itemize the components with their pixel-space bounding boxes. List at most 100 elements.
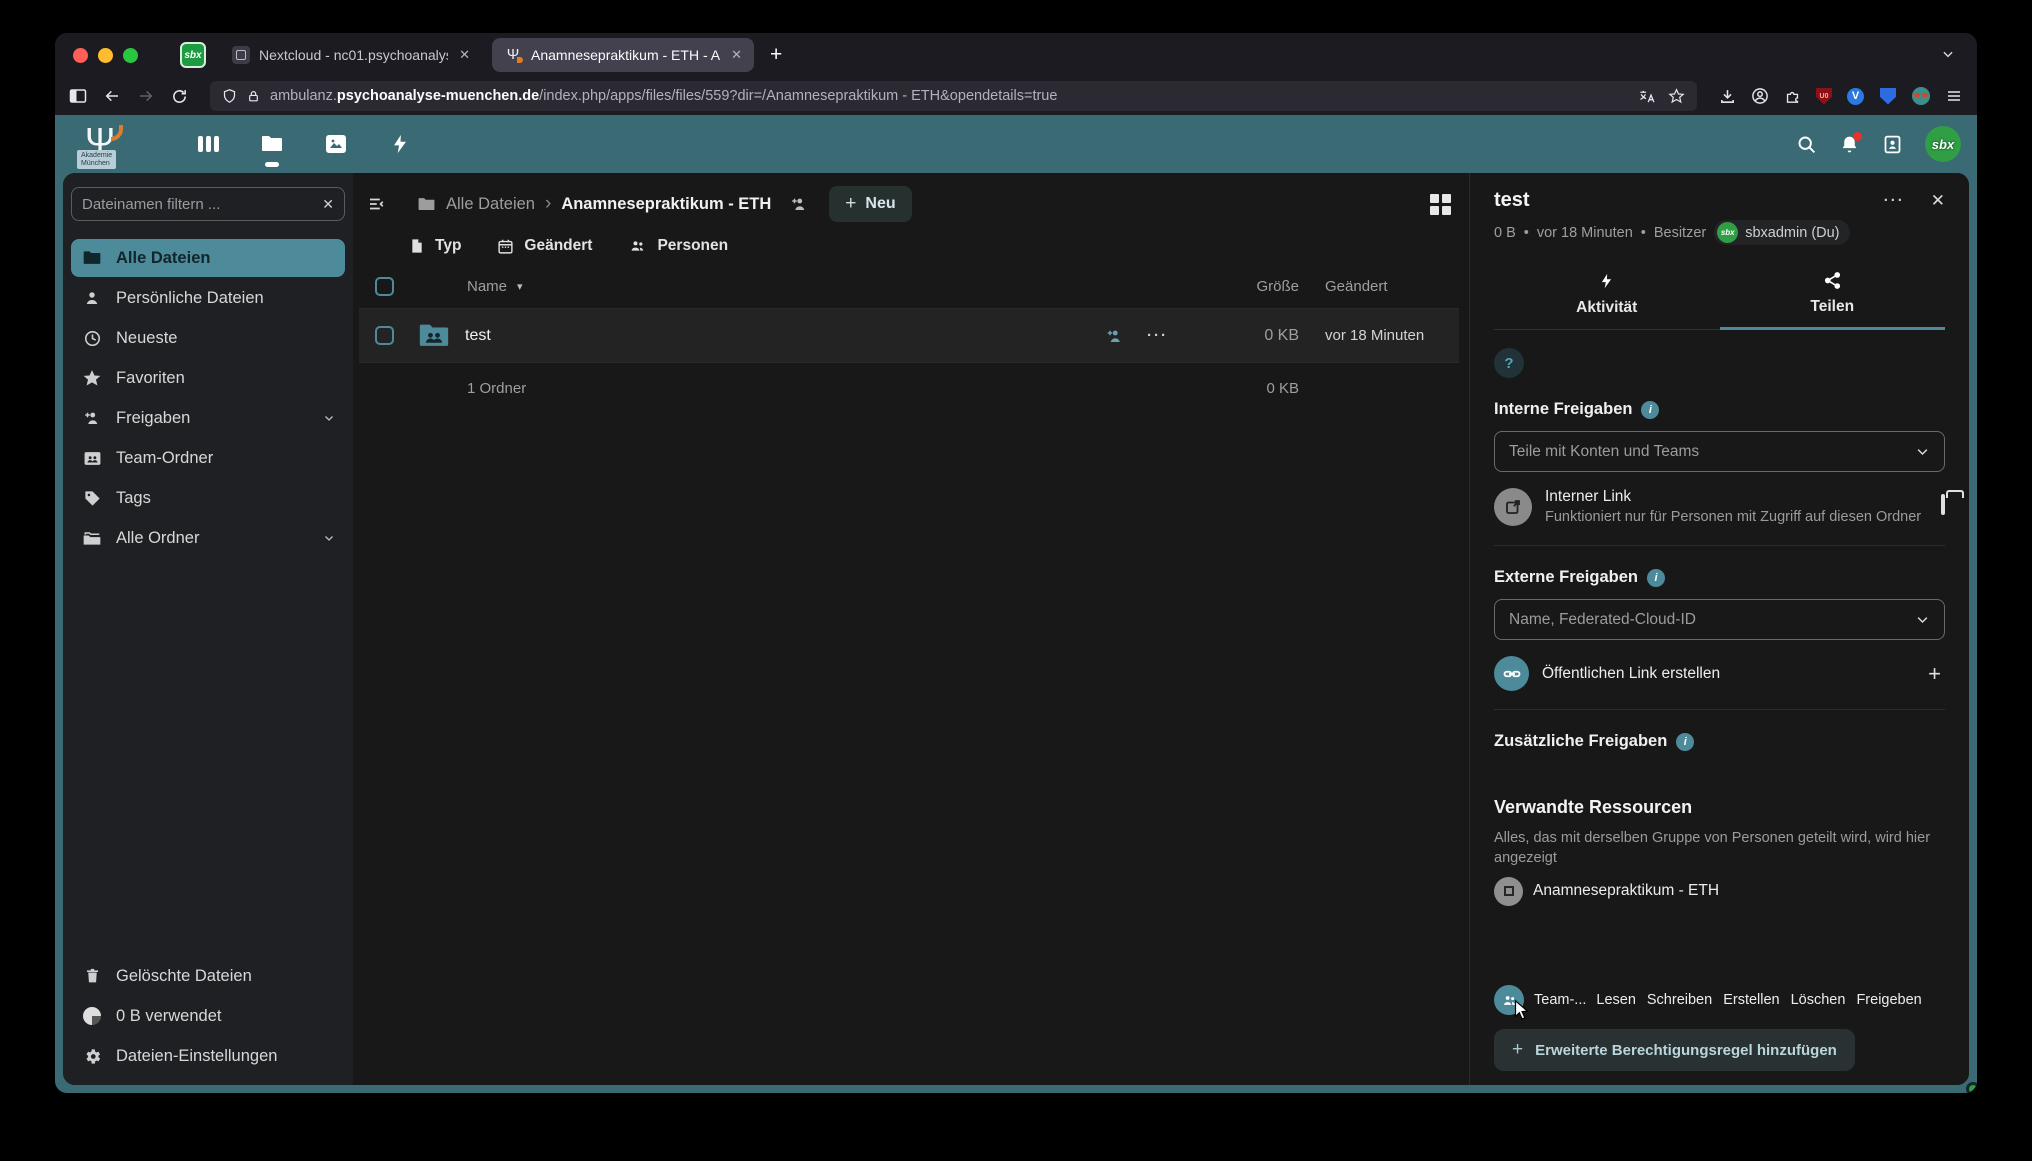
bookmark-star-icon[interactable] — [1668, 88, 1685, 104]
app-files[interactable] — [247, 119, 297, 169]
tracking-protection-shield-icon[interactable] — [222, 88, 237, 104]
active-app-indicator — [265, 162, 279, 167]
column-size[interactable]: Größe — [1194, 278, 1299, 295]
column-name[interactable]: Name — [467, 278, 507, 295]
external-share-select[interactable] — [1494, 599, 1945, 640]
chevron-down-icon[interactable] — [323, 532, 335, 544]
file-row-test[interactable]: test ··· 0 KB vor 18 Minuten — [359, 309, 1459, 363]
folder-icon — [81, 248, 103, 268]
app-photos[interactable] — [311, 119, 361, 169]
filter-chip-typ[interactable]: Typ — [409, 237, 461, 255]
star-icon — [81, 368, 103, 388]
internal-link-row[interactable]: Interner Link Funktioniert nur für Perso… — [1494, 488, 1945, 527]
file-name[interactable]: test — [465, 327, 491, 345]
team-permission-row[interactable]: Team-... Lesen Schreiben Erstellen Lösch… — [1494, 985, 1945, 1015]
copy-link-icon[interactable] — [1941, 496, 1945, 514]
sidebar-item-persoenliche-dateien[interactable]: Persönliche Dateien — [71, 279, 345, 317]
sidebar-item-alle-ordner[interactable]: Alle Ordner — [71, 519, 345, 557]
sidebar-item-alle-dateien[interactable]: Alle Dateien — [71, 239, 345, 277]
ublock-origin-icon[interactable]: U0 — [1816, 88, 1832, 105]
row-checkbox[interactable] — [375, 326, 394, 345]
owner-chip[interactable]: sbx sbxadmin (Du) — [1714, 220, 1849, 245]
extensions-puzzle-icon[interactable] — [1784, 88, 1801, 105]
filename-filter[interactable]: ✕ — [71, 187, 345, 221]
pinned-tab-sbx[interactable]: sbx — [176, 38, 210, 72]
maximize-window-button[interactable] — [123, 48, 138, 63]
chevron-down-icon[interactable] — [323, 412, 335, 424]
sharing-help-button[interactable]: ? — [1494, 348, 1524, 378]
url-bar[interactable]: ambulanz.psychoanalyse-muenchen.de/index… — [210, 81, 1697, 111]
info-icon[interactable]: i — [1676, 733, 1694, 751]
chevron-down-icon[interactable] — [1915, 444, 1930, 459]
bitwarden-icon[interactable] — [1879, 87, 1897, 105]
shared-indicator-icon[interactable] — [789, 195, 809, 213]
info-icon[interactable]: i — [1641, 401, 1659, 419]
contacts-icon[interactable] — [1882, 134, 1903, 155]
new-tab-button[interactable]: + — [770, 43, 782, 67]
related-resource-item[interactable]: Anamnesepraktikum - ETH — [1494, 877, 1945, 906]
sidebar-item-team-ordner[interactable]: Team-Ordner — [71, 439, 345, 477]
sidebar-item-quota[interactable]: 0 B verwendet — [71, 997, 345, 1035]
grid-view-toggle-icon[interactable] — [1430, 194, 1451, 215]
translate-icon[interactable] — [1639, 89, 1656, 104]
row-share-icon[interactable] — [1104, 327, 1125, 345]
create-public-link-row[interactable]: Öffentlichen Link erstellen + — [1494, 656, 1945, 691]
sidebar-nav: Alle Dateien Persönliche Dateien Neueste… — [71, 239, 345, 557]
filter-chip-personen[interactable]: Personen — [628, 237, 728, 255]
tab-nextcloud[interactable]: Nextcloud - nc01.psychoanalyse ✕ — [220, 38, 482, 72]
app-dashboard[interactable] — [183, 119, 233, 169]
tab-aktivitaet[interactable]: Aktivität — [1494, 261, 1720, 329]
filter-chip-geaendert[interactable]: Geändert — [497, 237, 592, 255]
internal-share-select[interactable] — [1494, 431, 1945, 472]
external-share-input[interactable] — [1509, 611, 1907, 629]
internal-link-title: Interner Link — [1545, 488, 1922, 506]
filename-filter-input[interactable] — [82, 196, 314, 213]
tab-close-icon[interactable]: ✕ — [459, 47, 470, 63]
chevron-down-icon[interactable] — [1915, 612, 1930, 627]
search-icon[interactable] — [1796, 134, 1817, 155]
internal-share-input[interactable] — [1509, 443, 1907, 461]
back-button[interactable] — [103, 88, 121, 104]
row-actions-menu-icon[interactable]: ··· — [1147, 327, 1168, 344]
vimium-icon[interactable]: V — [1847, 88, 1864, 105]
sidebar-toggle-icon[interactable] — [69, 88, 87, 104]
sidebar-item-dateien-einstellungen[interactable]: Dateien-Einstellungen — [71, 1037, 345, 1075]
list-tabs-chevron-icon[interactable] — [1941, 47, 1955, 61]
lock-icon[interactable] — [247, 89, 260, 104]
sidebar-item-tags[interactable]: Tags — [71, 479, 345, 517]
close-details-icon[interactable]: ✕ — [1931, 191, 1945, 211]
details-more-icon[interactable]: ··· — [1884, 192, 1905, 209]
reload-button[interactable] — [171, 88, 188, 105]
user-avatar[interactable]: sbx — [1925, 126, 1961, 162]
new-button[interactable]: + Neu — [829, 186, 911, 222]
container-avatar-icon[interactable] — [1912, 87, 1930, 105]
minimize-window-button[interactable] — [98, 48, 113, 63]
sidebar-item-neueste[interactable]: Neueste — [71, 319, 345, 357]
breadcrumb-root[interactable]: Alle Dateien — [417, 195, 535, 214]
add-public-link-icon[interactable]: + — [1928, 661, 1941, 687]
sidebar-item-geloeschte-dateien[interactable]: Gelöschte Dateien — [71, 957, 345, 995]
info-icon[interactable]: i — [1647, 569, 1665, 587]
people-icon — [628, 238, 647, 254]
sort-caret-icon[interactable]: ▾ — [517, 280, 523, 293]
close-window-button[interactable] — [73, 48, 88, 63]
select-all-checkbox[interactable] — [375, 277, 394, 296]
clear-filter-icon[interactable]: ✕ — [322, 196, 334, 213]
collapse-sidebar-icon[interactable] — [359, 187, 393, 221]
menu-hamburger-icon[interactable] — [1945, 88, 1963, 104]
tab-anamnesepraktikum[interactable]: Ψ Anamnesepraktikum - ETH - Alle ✕ — [492, 38, 754, 72]
akademie-logo[interactable]: Ψ AkademieMünchen — [71, 119, 157, 169]
forward-button[interactable] — [137, 88, 155, 104]
sidebar-item-freigaben[interactable]: Freigaben — [71, 399, 345, 437]
column-modified[interactable]: Geändert — [1299, 278, 1459, 295]
tab-close-icon[interactable]: ✕ — [731, 47, 742, 63]
gear-icon — [81, 1047, 103, 1066]
notifications-bell-icon[interactable] — [1839, 134, 1860, 155]
add-permission-rule-button[interactable]: + Erweiterte Berechtigungsregel hinzufüg… — [1494, 1029, 1855, 1071]
account-icon[interactable] — [1751, 87, 1769, 105]
breadcrumb-current[interactable]: Anamnesepraktikum - ETH — [561, 195, 771, 214]
sidebar-item-favoriten[interactable]: Favoriten — [71, 359, 345, 397]
tab-teilen[interactable]: Teilen — [1720, 261, 1946, 329]
app-activity[interactable] — [375, 119, 425, 169]
downloads-icon[interactable] — [1719, 88, 1736, 105]
